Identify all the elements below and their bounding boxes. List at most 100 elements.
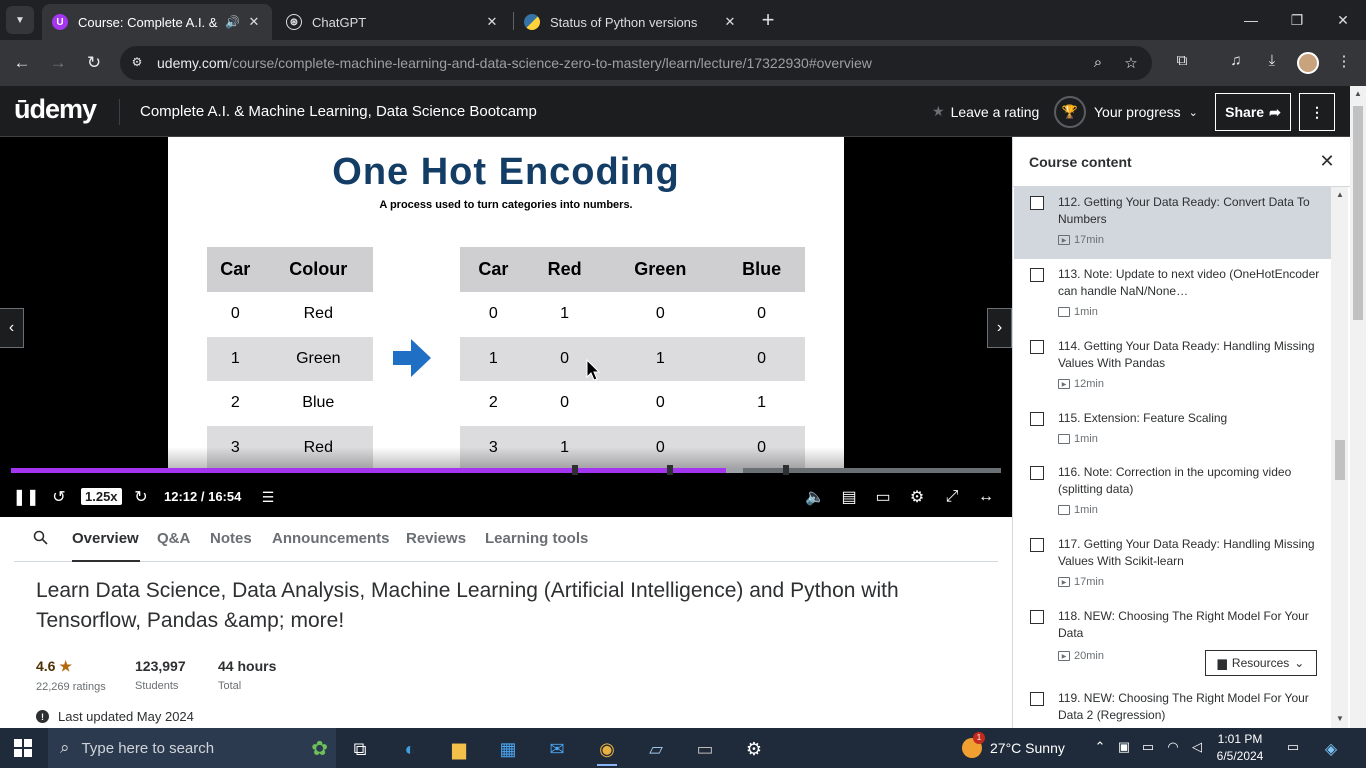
- download-icon[interactable]: ⤓: [1261, 52, 1283, 74]
- lecture-complete-checkbox[interactable]: [1030, 538, 1044, 552]
- media-controls-icon[interactable]: ♫: [1225, 52, 1247, 74]
- forward-skip-icon[interactable]: ↻: [131, 486, 151, 508]
- zoom-icon[interactable]: ⌕: [1089, 54, 1107, 72]
- add-note-icon[interactable]: ☰: [257, 486, 279, 508]
- close-window-icon[interactable]: ✕: [1320, 0, 1366, 40]
- forward-icon[interactable]: →: [44, 49, 72, 77]
- more-options-button[interactable]: ⋮: [1299, 93, 1335, 131]
- terminal-icon[interactable]: ▭: [685, 732, 725, 766]
- back-icon[interactable]: ←: [8, 49, 36, 77]
- lecture-complete-checkbox[interactable]: [1030, 412, 1044, 426]
- windows-start-icon[interactable]: [14, 739, 32, 757]
- rewind-icon[interactable]: ↺: [49, 486, 69, 508]
- tab-announcements[interactable]: Announcements: [272, 530, 390, 547]
- reload-icon[interactable]: ↻: [80, 49, 108, 77]
- bookmark-star-icon[interactable]: ☆: [1122, 54, 1140, 72]
- close-tab-icon[interactable]: ✕: [246, 14, 262, 30]
- volume-icon[interactable]: 🔈: [804, 486, 826, 508]
- settings-icon[interactable]: ⚙: [734, 732, 774, 766]
- course-header: ūdemy Complete A.I. & Machine Learning, …: [0, 86, 1350, 137]
- close-sidebar-icon[interactable]: ✕: [1319, 151, 1335, 171]
- site-info-icon[interactable]: ⚙: [129, 55, 145, 71]
- captions-icon[interactable]: ▭: [872, 486, 894, 508]
- your-progress-label: Your progress: [1094, 104, 1181, 120]
- mail-icon[interactable]: ✉: [537, 732, 577, 766]
- lecture-complete-checkbox[interactable]: [1030, 340, 1044, 354]
- copilot-icon[interactable]: ◈: [1322, 739, 1340, 759]
- settings-gear-icon[interactable]: ⚙: [906, 486, 928, 508]
- chrome-icon[interactable]: ◉: [587, 732, 627, 766]
- lecture-item[interactable]: 115. Extension: Feature Scaling 1min: [1014, 403, 1331, 457]
- notifications-icon[interactable]: ▭: [1284, 739, 1302, 755]
- tab-chatgpt[interactable]: ⊛ ChatGPT ✕: [276, 4, 510, 40]
- expand-width-icon[interactable]: ↔: [975, 486, 997, 508]
- browser-menu-icon[interactable]: ⋮: [1333, 52, 1355, 74]
- your-progress-button[interactable]: 🏆 Your progress ⌄: [1054, 96, 1198, 128]
- tab-udemy-course[interactable]: U Course: Complete A.I. & Ma 🔊 ✕: [42, 4, 272, 40]
- tab-qa[interactable]: Q&A: [157, 530, 190, 547]
- tab-python-versions[interactable]: Status of Python versions ✕: [514, 4, 748, 40]
- document-app-icon[interactable]: ▱: [636, 732, 676, 766]
- extensions-icon[interactable]: ⧉: [1171, 52, 1193, 74]
- microsoft-store-icon[interactable]: ▦: [488, 732, 528, 766]
- lecture-complete-checkbox[interactable]: [1030, 466, 1044, 480]
- lecture-item[interactable]: 114. Getting Your Data Ready: Handling M…: [1014, 331, 1331, 403]
- page-scrollbar[interactable]: ▲: [1350, 86, 1366, 728]
- scrollbar-thumb[interactable]: [1353, 106, 1363, 320]
- speaker-icon[interactable]: ◁: [1188, 739, 1206, 755]
- previous-lecture-button[interactable]: ‹: [0, 308, 24, 348]
- lecture-item[interactable]: 117. Getting Your Data Ready: Handling M…: [1014, 529, 1331, 601]
- sidebar-scrollbar[interactable]: ▲ ▼: [1331, 187, 1348, 728]
- lecture-complete-checkbox[interactable]: [1030, 610, 1044, 624]
- leave-rating-button[interactable]: ★ Leave a rating: [932, 103, 1039, 120]
- tab-search-button[interactable]: ▼: [6, 6, 34, 34]
- tab-notes[interactable]: Notes: [210, 530, 252, 547]
- scrollbar-thumb[interactable]: [1335, 440, 1345, 480]
- url-text[interactable]: udemy.com/course/complete-machine-learni…: [157, 55, 872, 71]
- video-player[interactable]: One Hot Encoding A process used to turn …: [0, 137, 1012, 517]
- weather-widget[interactable]: 1 27°C Sunny: [962, 732, 1065, 758]
- close-tab-icon[interactable]: ✕: [484, 14, 500, 30]
- new-tab-icon[interactable]: +: [758, 8, 778, 32]
- battery-icon[interactable]: ▭: [1139, 739, 1157, 755]
- restore-icon[interactable]: ❐: [1274, 0, 1320, 40]
- lecture-complete-checkbox[interactable]: [1030, 692, 1044, 706]
- share-button[interactable]: Share ➦: [1215, 93, 1291, 131]
- wifi-icon[interactable]: ◠: [1164, 739, 1182, 755]
- search-icon[interactable]: [33, 530, 48, 545]
- progress-fill[interactable]: [11, 468, 726, 473]
- lecture-complete-checkbox[interactable]: [1030, 268, 1044, 282]
- lecture-item[interactable]: 112. Getting Your Data Ready: Convert Da…: [1014, 187, 1331, 259]
- tab-learning-tools[interactable]: Learning tools: [485, 530, 588, 547]
- lecture-item[interactable]: 116. Note: Correction in the upcoming vi…: [1014, 457, 1331, 529]
- scroll-up-icon[interactable]: ▲: [1353, 89, 1363, 98]
- task-view-icon[interactable]: ⧉: [340, 732, 380, 766]
- speaker-icon[interactable]: 🔊: [225, 15, 240, 29]
- udemy-logo[interactable]: ūdemy: [14, 94, 97, 125]
- lecture-item[interactable]: 119. NEW: Choosing The Right Model For Y…: [1014, 683, 1331, 728]
- minimize-icon[interactable]: —: [1228, 0, 1274, 40]
- show-hidden-icons[interactable]: ⌃: [1091, 739, 1109, 755]
- article-icon: [1058, 434, 1070, 444]
- taskbar-search[interactable]: ⌕ Type here to search ✿: [48, 728, 336, 768]
- tab-overview[interactable]: Overview: [72, 530, 139, 547]
- course-title[interactable]: Complete A.I. & Machine Learning, Data S…: [140, 103, 537, 120]
- meet-icon[interactable]: ▣: [1115, 739, 1133, 755]
- tab-reviews[interactable]: Reviews: [406, 530, 466, 547]
- pause-icon[interactable]: ❚❚: [13, 486, 40, 508]
- profile-avatar[interactable]: [1297, 52, 1319, 74]
- scroll-down-icon[interactable]: ▼: [1335, 714, 1345, 723]
- taskbar-clock[interactable]: 1:01 PM 6/5/2024: [1210, 731, 1270, 765]
- edge-icon[interactable]: ◐: [390, 732, 430, 766]
- address-bar[interactable]: ⚙ udemy.com/course/complete-machine-lear…: [120, 46, 1152, 80]
- lecture-item[interactable]: 113. Note: Update to next video (OneHotE…: [1014, 259, 1331, 331]
- close-tab-icon[interactable]: ✕: [722, 14, 738, 30]
- next-lecture-button[interactable]: ›: [987, 308, 1012, 348]
- lecture-complete-checkbox[interactable]: [1030, 196, 1044, 210]
- resources-button[interactable]: ▆ Resources ⌄: [1205, 650, 1317, 676]
- file-explorer-icon[interactable]: ▆: [439, 732, 479, 766]
- transcript-icon[interactable]: ▤: [839, 486, 859, 508]
- playback-speed-button[interactable]: 1.25x: [81, 488, 122, 505]
- scroll-up-icon[interactable]: ▲: [1335, 190, 1345, 199]
- fullscreen-icon[interactable]: ⤢: [941, 486, 963, 508]
